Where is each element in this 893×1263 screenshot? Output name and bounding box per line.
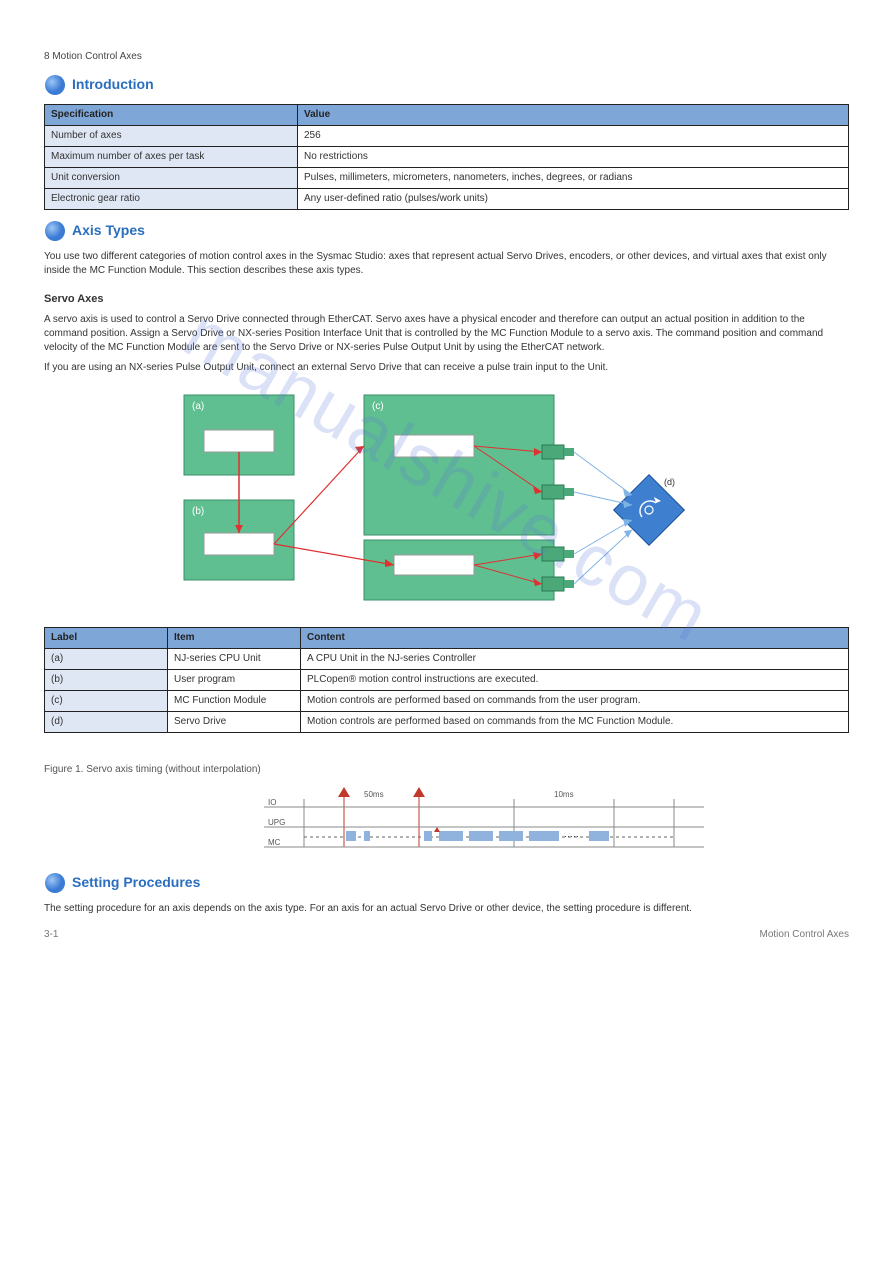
td: PLCopen® motion control instructions are… — [301, 669, 849, 690]
td: Maximum number of axes per task — [45, 147, 298, 168]
footer-right: Motion Control Axes — [760, 928, 850, 942]
footer-left: 3-1 — [44, 928, 58, 942]
td: (b) — [45, 669, 168, 690]
lane-io: IO — [268, 798, 276, 807]
td: No restrictions — [298, 147, 849, 168]
td: (a) — [45, 648, 168, 669]
td: Any user-defined ratio (pulses/work unit… — [298, 189, 849, 210]
label-a: (a) — [192, 401, 204, 412]
bullet-icon — [44, 220, 66, 242]
section-title: Axis Types — [72, 221, 145, 241]
th: Specification — [45, 105, 298, 126]
section-setting-heading: Setting Procedures — [44, 872, 849, 894]
paragraph: If you are using an NX-series Pulse Outp… — [44, 361, 849, 375]
td: (c) — [45, 690, 168, 711]
th: Value — [298, 105, 849, 126]
spec-table-1: Specification Value Number of axes256 Ma… — [44, 104, 849, 210]
timing-diagram: IO UPG MC ····· 50ms 10ms — [264, 787, 704, 862]
diagram-legend-table: Label Item Content (a)NJ-series CPU Unit… — [44, 627, 849, 733]
figure-caption: Figure 1. Servo axis timing (without int… — [44, 763, 849, 777]
section-intro-heading: Introduction — [44, 74, 849, 96]
th: Item — [168, 627, 301, 648]
td: Motion controls are performed based on c… — [301, 711, 849, 732]
td: (d) — [45, 711, 168, 732]
lane-upg: UPG — [268, 818, 285, 827]
page-header: 8 Motion Control Axes — [44, 50, 849, 64]
label-d: (d) — [664, 477, 675, 487]
block-diagram: (a) (b) (c) — [164, 385, 724, 620]
label-b: (b) — [192, 506, 204, 517]
paragraph: A servo axis is used to control a Servo … — [44, 313, 849, 355]
td: Number of axes — [45, 126, 298, 147]
subheading-servo: Servo Axes — [44, 292, 849, 307]
section-title: Setting Procedures — [72, 873, 200, 893]
section-title: Introduction — [72, 75, 154, 95]
intro-paragraph: You use two different categories of moti… — [44, 250, 849, 278]
svg-text:50ms: 50ms — [364, 790, 384, 799]
bullet-icon — [44, 872, 66, 894]
th: Content — [301, 627, 849, 648]
td: MC Function Module — [168, 690, 301, 711]
section-axistypes-heading: Axis Types — [44, 220, 849, 242]
td: 256 — [298, 126, 849, 147]
td: Electronic gear ratio — [45, 189, 298, 210]
td: A CPU Unit in the NJ-series Controller — [301, 648, 849, 669]
svg-text:·····: ····· — [564, 831, 579, 841]
td: Unit conversion — [45, 168, 298, 189]
label-c: (c) — [372, 401, 384, 412]
td: Motion controls are performed based on c… — [301, 690, 849, 711]
td: Pulses, millimeters, micrometers, nanome… — [298, 168, 849, 189]
td: Servo Drive — [168, 711, 301, 732]
page-footer: 3-1 Motion Control Axes — [44, 928, 849, 942]
paragraph: The setting procedure for an axis depend… — [44, 902, 849, 916]
td: NJ-series CPU Unit — [168, 648, 301, 669]
th: Label — [45, 627, 168, 648]
lane-mc: MC — [268, 838, 281, 847]
bullet-icon — [44, 74, 66, 96]
td: User program — [168, 669, 301, 690]
svg-text:10ms: 10ms — [554, 790, 574, 799]
